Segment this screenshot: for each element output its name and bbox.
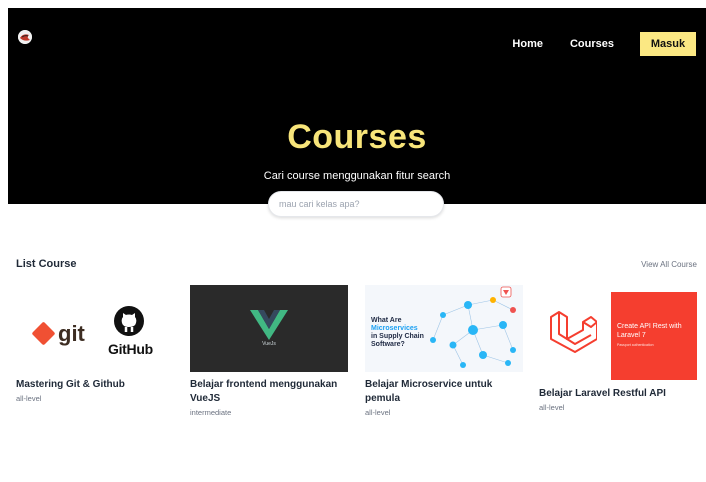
vue-icon	[250, 310, 288, 340]
nav-courses-link[interactable]: Courses	[570, 38, 614, 50]
top-navigation: Home Courses Masuk	[512, 32, 696, 56]
course-level: all-level	[16, 394, 42, 403]
page-title: Courses	[287, 118, 427, 156]
course-level: intermediate	[190, 408, 232, 417]
course-card-laravel[interactable]: Create API Rest with Laravel 7 Passport …	[539, 285, 697, 412]
login-button[interactable]: Masuk	[640, 32, 696, 56]
course-thumbnail: VueJs	[190, 285, 348, 372]
course-level: all-level	[539, 403, 565, 412]
course-title: Belajar frontend menggunakan VueJS	[190, 379, 338, 404]
course-thumbnail: git GitHub	[16, 285, 174, 372]
laravel-icon	[550, 311, 597, 353]
course-level: all-level	[365, 408, 391, 417]
course-card-git[interactable]: git GitHub Mastering Git & Github all-le…	[16, 285, 174, 403]
course-title: Belajar Laravel Restful API	[539, 388, 666, 399]
thumbnail-subheading: Passport authentication	[617, 343, 654, 347]
view-all-courses-link[interactable]: View All Course	[641, 260, 697, 269]
network-diagram-icon	[430, 286, 516, 368]
git-logo-icon	[31, 321, 56, 346]
brand-logo-icon[interactable]	[18, 30, 32, 44]
thumbnail-heading: What Are Microservices in Supply Chain S…	[371, 317, 424, 348]
hero-banner: Home Courses Masuk Courses Cari course m…	[8, 8, 706, 204]
course-title: Belajar Microservice untuk pemula	[365, 379, 493, 404]
search-input[interactable]	[268, 191, 444, 217]
page-subtitle: Cari course menggunakan fitur search	[263, 170, 451, 182]
course-thumbnail: Create API Rest with Laravel 7 Passport …	[539, 285, 697, 381]
thumbnail-heading: Create API Rest with Laravel 7	[617, 323, 682, 339]
course-card-vuejs[interactable]: VueJs Belajar frontend menggunakan VueJS…	[190, 285, 348, 417]
course-title: Mastering Git & Github	[16, 379, 125, 390]
course-list-title: List Course	[16, 258, 77, 270]
course-thumbnail: What Are Microservices in Supply Chain S…	[365, 285, 523, 372]
thumbnail-banner: Create API Rest with Laravel 7 Passport …	[611, 292, 697, 380]
vue-logo-text: VueJs	[262, 341, 276, 347]
github-icon	[114, 306, 144, 336]
git-logo-text: git	[58, 321, 85, 346]
course-card-microservice[interactable]: What Are Microservices in Supply Chain S…	[365, 285, 523, 417]
nav-home-link[interactable]: Home	[512, 38, 543, 50]
github-logo-text: GitHub	[108, 341, 153, 357]
